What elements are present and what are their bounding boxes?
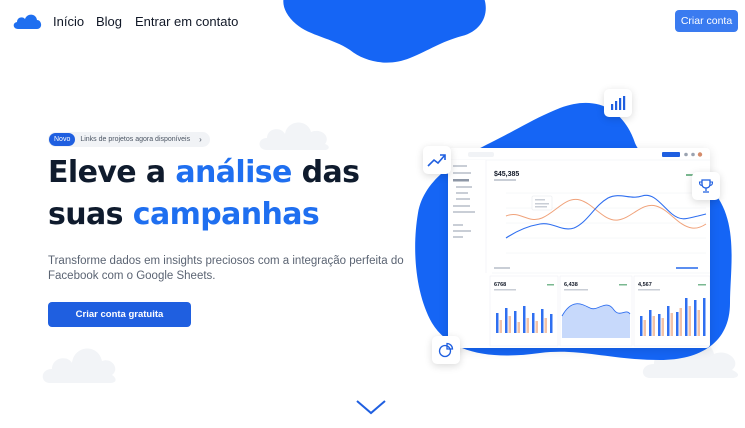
hero-headline: Eleve a análise das suas campanhas — [48, 152, 360, 236]
headline-accent: campanhas — [132, 197, 320, 232]
trend-up-icon — [423, 146, 451, 174]
new-pill: Novo — [49, 133, 76, 146]
cloud-decoration — [259, 122, 329, 150]
page: Início Blog Entrar em contato Criar cont… — [0, 0, 745, 428]
pie-chart-icon — [432, 336, 460, 364]
navbar: Início Blog Entrar em contato Criar cont… — [0, 0, 745, 44]
hero-subtitle: Transforme dados em insights preciosos c… — [48, 255, 404, 282]
dashboard-preview: $45,385 6768 6,438 4,567 — [448, 148, 710, 348]
chevron-down-icon[interactable] — [355, 398, 387, 416]
dashboard-main-value: $45,385 — [494, 171, 519, 178]
chevron-right-icon: › — [199, 135, 202, 144]
stat-value: 6768 — [494, 282, 506, 288]
headline-accent: análise — [175, 155, 292, 190]
create-account-button[interactable]: Criar conta — [675, 10, 738, 32]
nav-link-blog[interactable]: Blog — [96, 14, 122, 29]
bar-chart-icon — [604, 89, 632, 117]
headline-text: das — [291, 155, 360, 190]
announcement-badge[interactable]: Novo Links de projetos agora disponíveis… — [48, 132, 210, 147]
trophy-icon — [692, 172, 720, 200]
stat-value: 6,438 — [564, 282, 578, 288]
headline-text: Eleve a — [48, 155, 176, 190]
create-free-account-button[interactable]: Criar conta gratuita — [48, 302, 191, 327]
stat-value: 4,567 — [638, 282, 652, 288]
cloud-logo-icon[interactable] — [12, 12, 42, 30]
cloud-decoration — [42, 348, 116, 383]
nav-link-contato[interactable]: Entrar em contato — [135, 14, 238, 29]
headline-text: suas — [48, 197, 133, 232]
dashboard-mockup: $45,385 6768 6,438 4,567 — [448, 148, 710, 348]
nav-link-inicio[interactable]: Início — [53, 14, 84, 29]
badge-text: Links de projetos agora disponíveis — [80, 136, 191, 143]
